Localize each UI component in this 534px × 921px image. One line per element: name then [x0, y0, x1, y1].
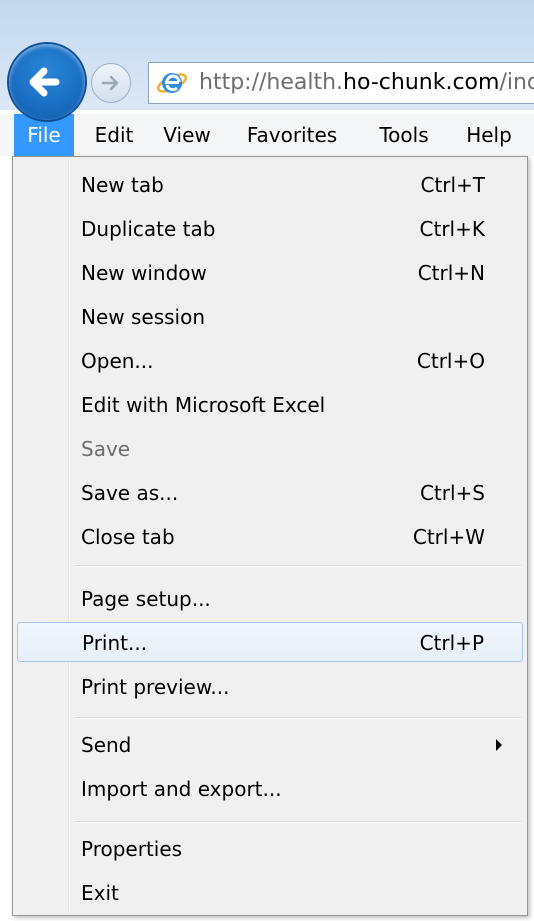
menu-favorites[interactable]: Favorites [232, 114, 352, 156]
menu-item-label: Edit with Microsoft Excel [81, 393, 326, 417]
menu-bar: File Edit View Favorites Tools Help [0, 114, 534, 156]
menu-item-label: Print preview... [81, 675, 230, 699]
menu-item-label: Properties [81, 837, 183, 861]
menu-item-label: Import and export... [81, 777, 282, 801]
menu-file[interactable]: File [14, 114, 74, 156]
menu-item-shortcut: Ctrl+N [417, 261, 485, 285]
menu-item-print-preview[interactable]: Print preview... [17, 667, 523, 707]
menu-item-label: Exit [81, 881, 119, 905]
menu-item-label: Save as... [81, 481, 179, 505]
menu-item-label: Open... [81, 349, 154, 373]
menu-item-label: New session [81, 305, 206, 329]
menu-item-print[interactable]: Print... Ctrl+P [17, 622, 523, 662]
menu-separator [75, 821, 521, 823]
menu-item-page-setup[interactable]: Page setup... [17, 579, 523, 619]
menu-item-exit[interactable]: Exit [17, 873, 523, 913]
menu-item-label: New window [81, 261, 207, 285]
menu-edit[interactable]: Edit [84, 114, 144, 156]
menu-item-properties[interactable]: Properties [17, 829, 523, 869]
back-arrow-icon [29, 67, 60, 97]
submenu-arrow-icon [496, 739, 502, 751]
menu-item-shortcut: Ctrl+S [419, 481, 485, 505]
menu-separator [75, 565, 521, 567]
menu-item-import-export[interactable]: Import and export... [17, 769, 523, 809]
menu-item-new-window[interactable]: New window Ctrl+N [17, 253, 523, 293]
menu-item-shortcut: Ctrl+T [420, 173, 485, 197]
menu-item-save: Save [17, 429, 523, 469]
menu-item-label: New tab [81, 173, 164, 197]
menu-view[interactable]: View [154, 114, 220, 156]
back-button[interactable] [9, 44, 85, 120]
menu-item-label: Close tab [81, 525, 175, 549]
menu-item-send[interactable]: Send [17, 725, 523, 765]
menu-item-label: Page setup... [81, 587, 211, 611]
menu-item-save-as[interactable]: Save as... Ctrl+S [17, 473, 523, 513]
menu-item-open[interactable]: Open... Ctrl+O [17, 341, 523, 381]
url-path: /index [499, 70, 534, 95]
url-scheme: http://health. [199, 70, 344, 95]
internet-explorer-icon [156, 73, 188, 93]
menu-item-shortcut: Ctrl+W [412, 525, 485, 549]
menu-tools[interactable]: Tools [364, 114, 444, 156]
menu-item-label: Send [81, 733, 132, 757]
menu-item-shortcut: Ctrl+P [419, 631, 484, 655]
forward-button[interactable] [91, 63, 131, 103]
browser-toolbar: http://health.ho-chunk.com/index [0, 0, 534, 120]
menu-item-close-tab[interactable]: Close tab Ctrl+W [17, 517, 523, 557]
menu-item-label: Print... [82, 631, 148, 655]
menu-item-new-tab[interactable]: New tab Ctrl+T [17, 165, 523, 205]
menu-item-shortcut: Ctrl+K [419, 217, 485, 241]
menu-item-label: Save [81, 437, 131, 461]
forward-arrow-icon [101, 75, 119, 91]
file-menu-dropdown: New tab Ctrl+T Duplicate tab Ctrl+K New … [12, 156, 528, 916]
menu-item-edit-with-excel[interactable]: Edit with Microsoft Excel [17, 385, 523, 425]
url-host: ho-chunk.com [343, 70, 500, 95]
menu-item-duplicate-tab[interactable]: Duplicate tab Ctrl+K [17, 209, 523, 249]
menu-item-new-session[interactable]: New session [17, 297, 523, 337]
menu-item-shortcut: Ctrl+O [416, 349, 485, 373]
menu-item-label: Duplicate tab [81, 217, 216, 241]
url-text: http://health.ho-chunk.com/index [199, 70, 534, 95]
menu-separator [75, 717, 521, 719]
menu-help[interactable]: Help [454, 114, 524, 156]
address-bar[interactable]: http://health.ho-chunk.com/index [148, 62, 534, 104]
